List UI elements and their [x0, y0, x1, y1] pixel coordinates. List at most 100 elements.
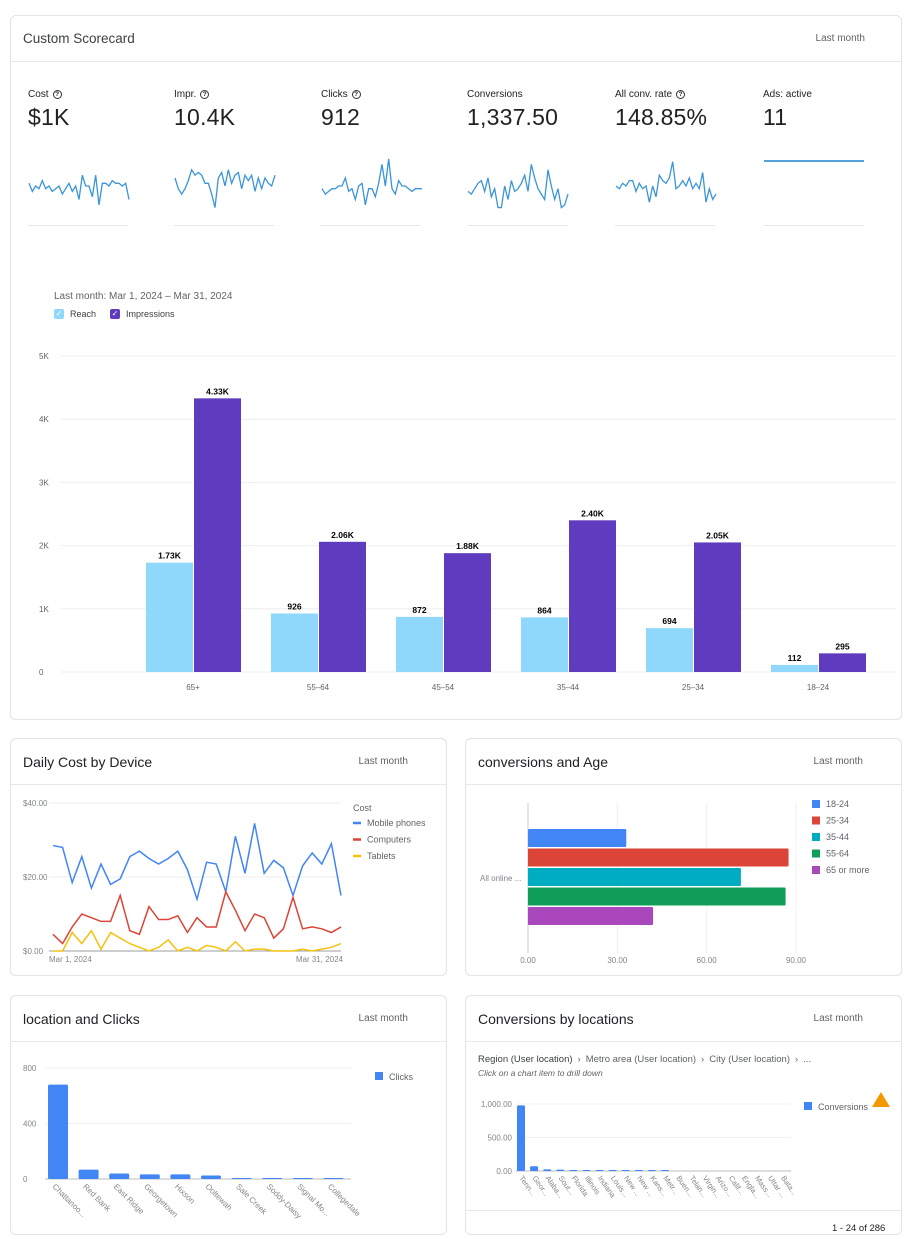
- x-tick-label: 55–64: [307, 683, 330, 692]
- footer-divider: [466, 1210, 901, 1211]
- y-tick-label: $0.00: [23, 947, 44, 956]
- metric-cost[interactable]: Cost? $1K: [28, 88, 158, 226]
- metric-value: 10.4K: [174, 104, 236, 130]
- location-clicks-header: location and Clicks Last month: [11, 996, 446, 1042]
- metric-ads-active[interactable]: Ads: active 11: [763, 88, 893, 226]
- legend-item-reach[interactable]: ✓ Reach: [54, 309, 96, 319]
- x-tick-label: 65+: [186, 683, 200, 692]
- conversions-locations-title: Conversions by locations: [478, 1010, 634, 1027]
- help-icon[interactable]: ?: [351, 89, 361, 99]
- metric-conversions[interactable]: Conversions 1,337.50: [467, 88, 597, 226]
- location-clicks-chart: 0400800Chattanoo...Red Bank East RidgeGeo…: [23, 1064, 413, 1220]
- date-range-label[interactable]: Last month: [359, 756, 408, 767]
- line-tablets: [53, 929, 342, 952]
- bar-clicks: [201, 1175, 221, 1179]
- metric-label-text: All conv. rate: [615, 88, 673, 100]
- bar-impressions: [444, 553, 491, 672]
- legend-label: 18-24: [826, 799, 849, 809]
- y-category-label: All online ...: [480, 874, 521, 883]
- metric-clicks[interactable]: Clicks? 912: [321, 88, 451, 226]
- reach-chart-subtitle: Last month: Mar 1, 2024 – Mar 31, 2024: [54, 291, 233, 302]
- date-range-label[interactable]: Last month: [816, 33, 865, 44]
- metric-label-text: Cost: [28, 88, 49, 100]
- conversions-locations-chart: 0.00500.001,000.00Tenn...Geor...Alaba...…: [481, 1100, 869, 1200]
- checkbox-checked-icon[interactable]: ✓: [110, 309, 121, 319]
- bar-age-35-44: [528, 868, 741, 886]
- legend-label: 35-44: [826, 832, 849, 842]
- drill-hint: Click on a chart item to drill down: [478, 1068, 603, 1078]
- help-icon[interactable]: ?: [52, 89, 62, 99]
- breadcrumb-metro[interactable]: Metro area (User location): [586, 1054, 696, 1065]
- conversions-age-chart: 0.00 30.00 60.00 90.00 All online ... 18-24 25…: [480, 799, 870, 965]
- metric-label: All conv. rate?: [615, 88, 745, 100]
- metric-value: 148.85%: [615, 104, 708, 130]
- sparkline-baseline: [763, 225, 863, 226]
- breadcrumb-city[interactable]: City (User location): [709, 1054, 790, 1065]
- help-icon[interactable]: ?: [200, 89, 210, 99]
- bar-clicks: [231, 1178, 252, 1179]
- bar-impressions: [569, 520, 616, 672]
- legend-title: Cost: [353, 803, 372, 813]
- legend-label: 25-34: [826, 816, 849, 826]
- sparkline: [321, 158, 422, 206]
- y-tick-label: 0.00: [496, 1167, 512, 1176]
- bar-reach: [271, 613, 318, 672]
- x-tick-label: Ooltewah: [204, 1182, 234, 1212]
- bar-conversions: [543, 1169, 552, 1171]
- metric-label: Conversions: [467, 88, 597, 100]
- x-tick-label: 18–24: [807, 683, 830, 692]
- data-label: 1.73K: [158, 551, 182, 561]
- x-tick-label: Red Bank: [81, 1182, 113, 1214]
- sparkline-path: [321, 158, 422, 206]
- bar-conversions: [608, 1170, 617, 1171]
- metric-impr[interactable]: Impr.? 10.4K: [174, 88, 304, 226]
- bar-clicks: [109, 1173, 130, 1179]
- x-tick-label: Mar 1, 2024: [49, 955, 92, 964]
- data-label: 295: [835, 641, 849, 651]
- checkbox-checked-icon[interactable]: ✓: [54, 309, 64, 319]
- bar-clicks: [323, 1178, 344, 1179]
- data-label: 2.40K: [581, 508, 605, 518]
- bar-impressions: [819, 653, 866, 672]
- reach-chart-legend: ✓ Reach ✓ Impressions: [54, 309, 175, 319]
- x-tick-label: Mar 31, 2024: [296, 955, 344, 964]
- legend-label: 65 or more: [826, 865, 870, 875]
- breadcrumb-region[interactable]: Region (User location): [478, 1054, 573, 1065]
- date-range-label[interactable]: Last month: [814, 1013, 863, 1024]
- date-range-label[interactable]: Last month: [814, 756, 863, 767]
- bar-impressions: [694, 542, 741, 672]
- y-tick-label: 500.00: [488, 1134, 513, 1143]
- help-icon[interactable]: ?: [676, 89, 686, 99]
- bar-reach: [146, 562, 193, 672]
- bar-reach: [771, 664, 818, 672]
- bar-reach: [521, 617, 568, 672]
- conversions-age-title: conversions and Age: [478, 753, 608, 770]
- bar-conversions: [647, 1170, 656, 1171]
- daily-cost-header: Daily Cost by Device Last month: [11, 739, 446, 785]
- legend-swatch: [812, 816, 820, 825]
- sparkline: [467, 164, 569, 209]
- legend-swatch: [812, 833, 820, 841]
- data-label: 1.88K: [456, 541, 480, 551]
- y-tick-label: 400: [23, 1120, 37, 1129]
- bar-clicks: [170, 1174, 191, 1179]
- data-label: 694: [662, 616, 676, 626]
- legend-label: Tablets: [367, 851, 396, 861]
- date-range-label[interactable]: Last month: [359, 1013, 408, 1024]
- bar-conversions: [661, 1170, 670, 1171]
- sparkline: [764, 160, 864, 162]
- y-tick-label: $40.00: [23, 799, 48, 808]
- warning-triangle-icon[interactable]: [872, 1092, 890, 1107]
- sparkline-baseline: [467, 225, 567, 226]
- legend-item-impressions[interactable]: ✓ Impressions: [110, 309, 175, 319]
- legend-label: Mobile phones: [367, 818, 426, 828]
- daily-cost-chart: $0.00 $20.00 $40.00 Mar 1, 2024 Mar 31, 2024…: [23, 799, 426, 964]
- line-mobile-phones: [52, 823, 342, 902]
- breadcrumb-more[interactable]: ...: [803, 1054, 811, 1065]
- bar-age-55-64: [528, 887, 786, 906]
- x-tick-label: 0.00: [520, 956, 536, 965]
- bar-clicks: [78, 1169, 99, 1179]
- bar-impressions: [194, 398, 241, 672]
- sparkline-path: [174, 168, 276, 208]
- metric-all-conv-rate[interactable]: All conv. rate? 148.85%: [615, 88, 745, 226]
